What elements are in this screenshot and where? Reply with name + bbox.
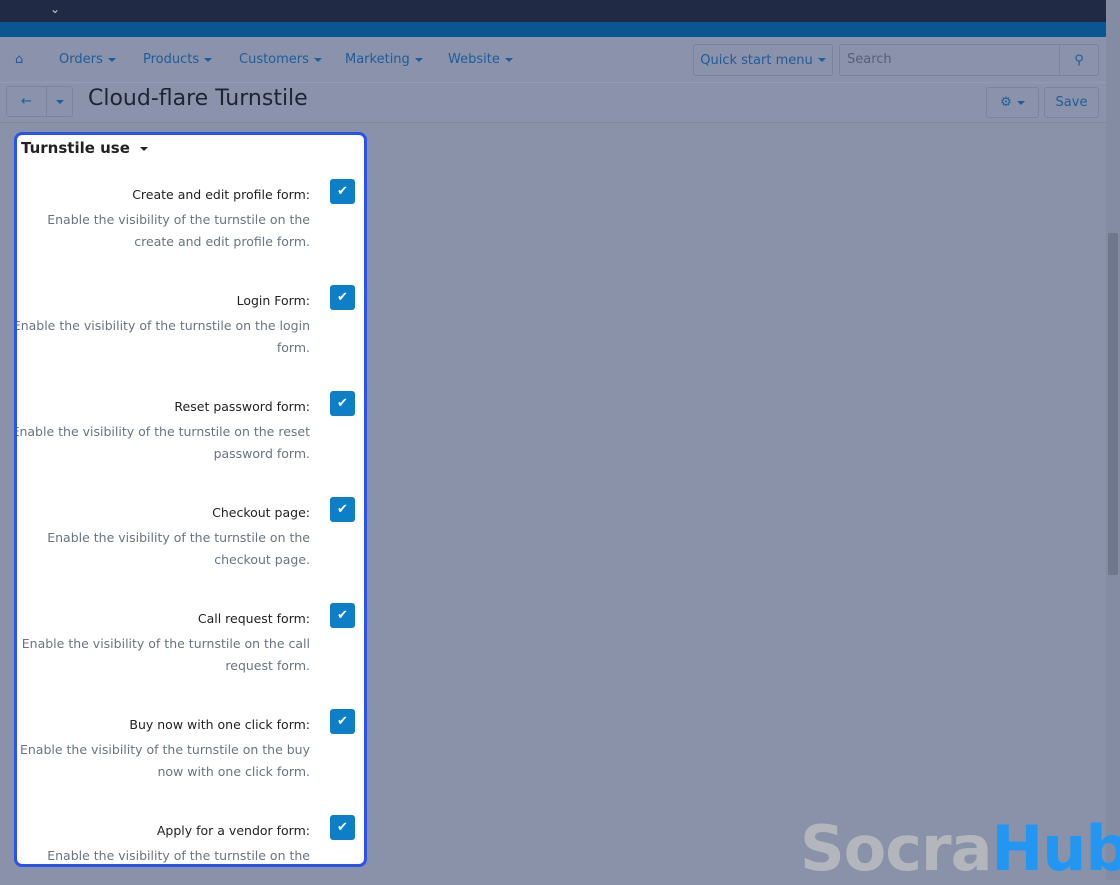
- nav-label: Orders: [59, 52, 103, 67]
- check-icon: ✔: [337, 290, 348, 305]
- nav-label: Products: [143, 52, 200, 67]
- setting-label: Checkout page:: [212, 505, 310, 520]
- setting-label: Reset password form:: [174, 399, 310, 414]
- setting-checkbox[interactable]: ✔: [330, 603, 355, 628]
- setting-description: Enable the visibility of the turnstile o…: [47, 848, 310, 863]
- nav-label: Website: [448, 52, 500, 67]
- setting-description: Enable the visibility of the turnstile o…: [21, 636, 310, 673]
- page-title: Cloud-flare Turnstile: [88, 86, 308, 111]
- check-icon: ✔: [337, 714, 348, 729]
- nav-website[interactable]: Website: [448, 52, 513, 67]
- gear-icon: ⚙: [1000, 95, 1012, 110]
- arrow-left-icon: ←: [21, 94, 32, 109]
- setting-description: Enable the visibility of the turnstile o…: [47, 212, 310, 249]
- back-button[interactable]: ←: [6, 86, 47, 117]
- search-icon: ⚲: [1074, 52, 1084, 68]
- setting-checkbox[interactable]: ✔: [330, 285, 355, 310]
- back-dropdown-button[interactable]: [46, 86, 73, 117]
- nav-label: Customers: [239, 52, 309, 67]
- setting-description: Enable the visibility of the turnstile o…: [47, 530, 310, 567]
- setting-checkbox[interactable]: ✔: [330, 497, 355, 522]
- quick-start-label: Quick start menu: [700, 52, 813, 68]
- top-bar: ⌄: [0, 0, 1120, 22]
- setting-description: Enable the visibility of the turnstile o…: [19, 742, 310, 779]
- setting-checkbox[interactable]: ✔: [330, 391, 355, 416]
- setting-label: Buy now with one click form:: [129, 717, 310, 732]
- settings-button[interactable]: ⚙: [986, 87, 1039, 118]
- check-icon: ✔: [337, 396, 348, 411]
- setting-label: Create and edit profile form:: [132, 187, 310, 202]
- section-header[interactable]: Turnstile use: [21, 139, 148, 157]
- check-icon: ✔: [337, 184, 348, 199]
- setting-description: Enable the visibility of the turnstile o…: [14, 318, 310, 355]
- nav-customers[interactable]: Customers: [239, 52, 322, 67]
- setting-label: Call request form:: [197, 611, 310, 626]
- setting-checkbox[interactable]: ✔: [330, 709, 355, 734]
- brand-bar: [0, 22, 1106, 37]
- setting-checkbox[interactable]: ✔: [330, 815, 355, 840]
- check-icon: ✔: [337, 820, 348, 835]
- setting-description: Enable the visibility of the turnstile o…: [14, 424, 310, 461]
- nav-products[interactable]: Products: [143, 52, 213, 67]
- nav-marketing[interactable]: Marketing: [345, 52, 423, 67]
- home-icon[interactable]: ⌂: [15, 52, 23, 67]
- setting-label: Login Form:: [236, 293, 310, 308]
- save-button[interactable]: Save: [1044, 87, 1099, 118]
- nav-orders[interactable]: Orders: [59, 52, 116, 67]
- check-icon: ✔: [337, 608, 348, 623]
- search-input[interactable]: Search: [839, 44, 1060, 76]
- turnstile-use-section: Turnstile use Create and edit profile fo…: [14, 132, 367, 867]
- setting-checkbox[interactable]: ✔: [330, 179, 355, 204]
- nav-label: Marketing: [345, 52, 410, 67]
- socrahub-watermark: SocraHub: [800, 812, 1120, 885]
- check-icon: ✔: [337, 502, 348, 517]
- chevron-down-icon[interactable]: ⌄: [50, 2, 60, 16]
- search-button[interactable]: ⚲: [1059, 44, 1099, 76]
- setting-label: Apply for a vendor form:: [156, 823, 310, 838]
- scrollbar-thumb[interactable]: [1108, 233, 1118, 575]
- quick-start-menu-button[interactable]: Quick start menu: [693, 44, 833, 76]
- section-title: Turnstile use: [21, 139, 130, 157]
